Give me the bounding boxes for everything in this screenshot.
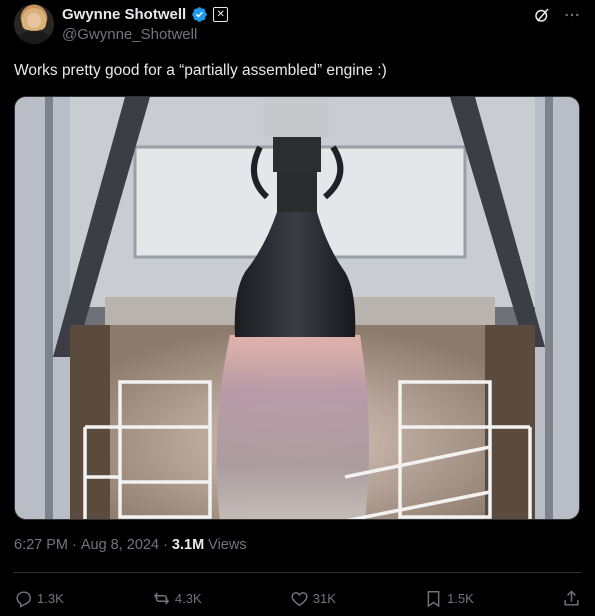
action-bar: 1.3K 4.3K 31K 1.5K: [14, 582, 581, 614]
bookmark-icon: [427, 590, 440, 607]
more-icon[interactable]: [563, 6, 581, 24]
bookmark-count: 1.5K: [447, 590, 474, 606]
meta-separator-2: ·: [163, 537, 168, 553]
like-icon: [291, 591, 308, 606]
grok-icon[interactable]: [533, 6, 551, 24]
top-icons: [533, 6, 581, 24]
views-label: Views: [208, 537, 247, 553]
repost-count: 4.3K: [174, 590, 202, 606]
repost-icon: [153, 591, 170, 605]
tweet-text: Works pretty good for a “partially assem…: [14, 62, 387, 79]
name-row: Gwynne Shotwell ✕: [62, 6, 229, 23]
reply-icon: [16, 590, 31, 608]
share-icon: [564, 589, 579, 606]
share-button[interactable]: [562, 589, 581, 608]
like-count: 31K: [312, 590, 336, 606]
x-affiliate-icon[interactable]: ✕: [213, 7, 229, 22]
views-count: 3.1M: [171, 537, 205, 553]
reply-count: 1.3K: [37, 590, 64, 606]
verified-badge-icon: [192, 7, 207, 22]
display-name[interactable]: Gwynne Shotwell: [62, 6, 186, 23]
reply-button[interactable]: 1.3K: [14, 589, 64, 608]
avatar[interactable]: [14, 4, 54, 44]
author-handle[interactable]: @Gwynne_Shotwell: [62, 26, 197, 43]
repost-button[interactable]: 4.3K: [152, 589, 202, 608]
tweet-meta: 6:27 PM · Aug 8, 2024 · 3.1M Views: [14, 537, 247, 553]
tweet-media-image[interactable]: [14, 96, 580, 520]
tweet-time[interactable]: 6:27 PM: [14, 537, 68, 553]
bookmark-button[interactable]: 1.5K: [424, 589, 474, 608]
tweet-header: Gwynne Shotwell ✕ @Gwynne_Shotwell: [14, 4, 581, 48]
tweet-date[interactable]: Aug 8, 2024: [81, 537, 159, 553]
like-button[interactable]: 31K: [290, 589, 336, 608]
meta-separator: ·: [72, 537, 77, 553]
divider: [14, 572, 581, 573]
